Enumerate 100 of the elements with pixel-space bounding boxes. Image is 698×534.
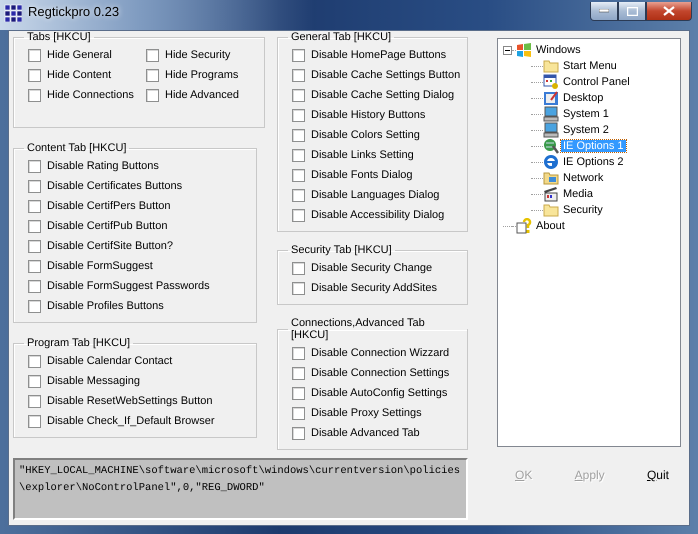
close-icon (663, 6, 675, 16)
checkbox[interactable] (146, 68, 159, 82)
checkbox[interactable] (28, 68, 41, 82)
checkbox-label: Hide Programs (165, 69, 238, 81)
checkbox-label: Disable FormSuggest (47, 260, 153, 272)
help-document-icon (516, 218, 532, 234)
checkbox[interactable] (28, 300, 41, 312)
checkbox-label: Disable AutoConfig Settings (311, 387, 448, 399)
tree-item[interactable]: Control Panel (561, 76, 632, 88)
checkbox-label: Hide Security (165, 49, 230, 61)
checkbox-label: Disable Security Change (311, 262, 432, 274)
checkbox[interactable] (28, 160, 41, 172)
computer-icon (543, 122, 559, 138)
checkbox[interactable] (28, 180, 41, 192)
tree-item[interactable]: Desktop (561, 92, 606, 104)
group-title: Program Tab [HKCU] (26, 337, 132, 349)
tree-item[interactable]: Windows (534, 44, 583, 56)
checkbox[interactable] (28, 354, 41, 368)
minimize-button[interactable] (590, 2, 618, 21)
checkbox[interactable] (292, 282, 305, 294)
checkbox-label: Hide General (47, 49, 112, 61)
checkbox[interactable] (292, 208, 305, 222)
checkbox[interactable] (292, 68, 305, 82)
checkbox[interactable] (28, 220, 41, 232)
checkbox[interactable] (28, 88, 41, 102)
tree-item[interactable]: About (534, 220, 567, 232)
media-icon (543, 186, 559, 202)
checkbox-label: Disable Connection Wizzard (311, 347, 450, 359)
close-button[interactable] (646, 2, 692, 21)
app-icon (4, 4, 22, 22)
control-panel-icon (543, 74, 559, 90)
checkbox[interactable] (292, 88, 305, 102)
checkbox-label: Disable CertifPers Button (47, 200, 170, 212)
checkbox[interactable] (292, 128, 305, 142)
checkbox-label: Hide Connections (47, 89, 134, 101)
checkbox[interactable] (28, 240, 41, 252)
checkbox[interactable] (292, 366, 305, 380)
dialog-button[interactable]: Quit (642, 466, 673, 484)
checkbox[interactable] (28, 200, 41, 212)
checkbox-label: Disable ResetWebSettings Button (47, 395, 212, 407)
tree-item[interactable]: System 2 (561, 124, 611, 136)
tree-item[interactable]: IE Options 2 (561, 156, 626, 168)
maximize-button[interactable] (618, 2, 646, 21)
checkbox-label: Disable Advanced Tab (311, 427, 420, 439)
checkbox-label: Disable Profiles Buttons (47, 300, 164, 312)
registry-output-field[interactable]: "HKEY_LOCAL_MACHINE\software\microsoft\windows\currentversion\policies \explorer\NoControlPanel",0,"REG_DWORD" (13, 458, 468, 520)
checkbox[interactable] (28, 280, 41, 292)
checkbox[interactable] (292, 426, 305, 440)
windows-logo-icon (516, 42, 532, 58)
checkbox-label: Disable Cache Settings Button (311, 69, 460, 81)
folder-icon (543, 202, 559, 218)
checkbox[interactable] (28, 414, 41, 428)
checkbox-label: Hide Content (47, 69, 112, 81)
tree-item[interactable]: System 1 (561, 108, 611, 120)
checkbox[interactable] (292, 168, 305, 182)
checkbox-label: Disable Languages Dialog (311, 189, 440, 201)
tree-item[interactable]: Start Menu (561, 60, 619, 72)
checkbox[interactable] (292, 48, 305, 62)
checkbox[interactable] (292, 346, 305, 360)
window-title: Regtickpro 0.23 (28, 4, 120, 19)
minimize-icon (599, 9, 609, 13)
checkbox-label: Disable Calendar Contact (47, 355, 172, 367)
checkbox-label: Disable Accessibility Dialog (311, 209, 444, 221)
checkbox-label: Disable Rating Buttons (47, 160, 159, 172)
checkbox[interactable] (28, 48, 41, 62)
computer-icon (543, 106, 559, 122)
tree-item[interactable]: Media (561, 188, 595, 200)
checkbox-label: Disable Links Setting (311, 149, 414, 161)
checkbox[interactable] (146, 88, 159, 102)
checkbox[interactable] (292, 262, 305, 274)
checkbox[interactable] (28, 374, 41, 388)
globe-wrench-icon (543, 138, 559, 154)
checkbox[interactable] (292, 108, 305, 122)
checkbox-label: Disable Check_If_Default Browser (47, 415, 215, 427)
checkbox-label: Disable FormSuggest Passwords (47, 280, 210, 292)
browser-e-icon (543, 154, 559, 170)
checkbox-label: Hide Advanced (165, 89, 239, 101)
checkbox[interactable] (292, 188, 305, 202)
checkbox[interactable] (292, 386, 305, 400)
checkbox-label: Disable Connection Settings (311, 367, 450, 379)
tree-item[interactable]: Security (561, 204, 605, 216)
group-title: Connections,Advanced Tab [HKCU] (290, 317, 426, 341)
maximize-icon (626, 6, 638, 16)
desktop-icon (543, 90, 559, 106)
checkbox[interactable] (292, 148, 305, 162)
checkbox[interactable] (28, 260, 41, 272)
tree-item[interactable]: Network (561, 172, 606, 184)
checkbox-label: Disable Cache Setting Dialog (311, 89, 454, 101)
checkbox-label: Disable CertifPub Button (47, 220, 168, 232)
expander-icon[interactable] (503, 46, 512, 54)
checkbox[interactable] (28, 394, 41, 408)
checkbox-label: Disable CertifSite Button? (47, 240, 173, 252)
group-title: Security Tab [HKCU] (290, 244, 393, 256)
checkbox-label: Disable Proxy Settings (311, 407, 422, 419)
group-title: General Tab [HKCU] (290, 31, 392, 43)
checkbox[interactable] (146, 48, 159, 62)
group-title: Content Tab [HKCU] (26, 142, 128, 154)
checkbox-label: Disable Fonts Dialog (311, 169, 412, 181)
checkbox[interactable] (292, 406, 305, 420)
network-folder-icon (543, 170, 559, 186)
